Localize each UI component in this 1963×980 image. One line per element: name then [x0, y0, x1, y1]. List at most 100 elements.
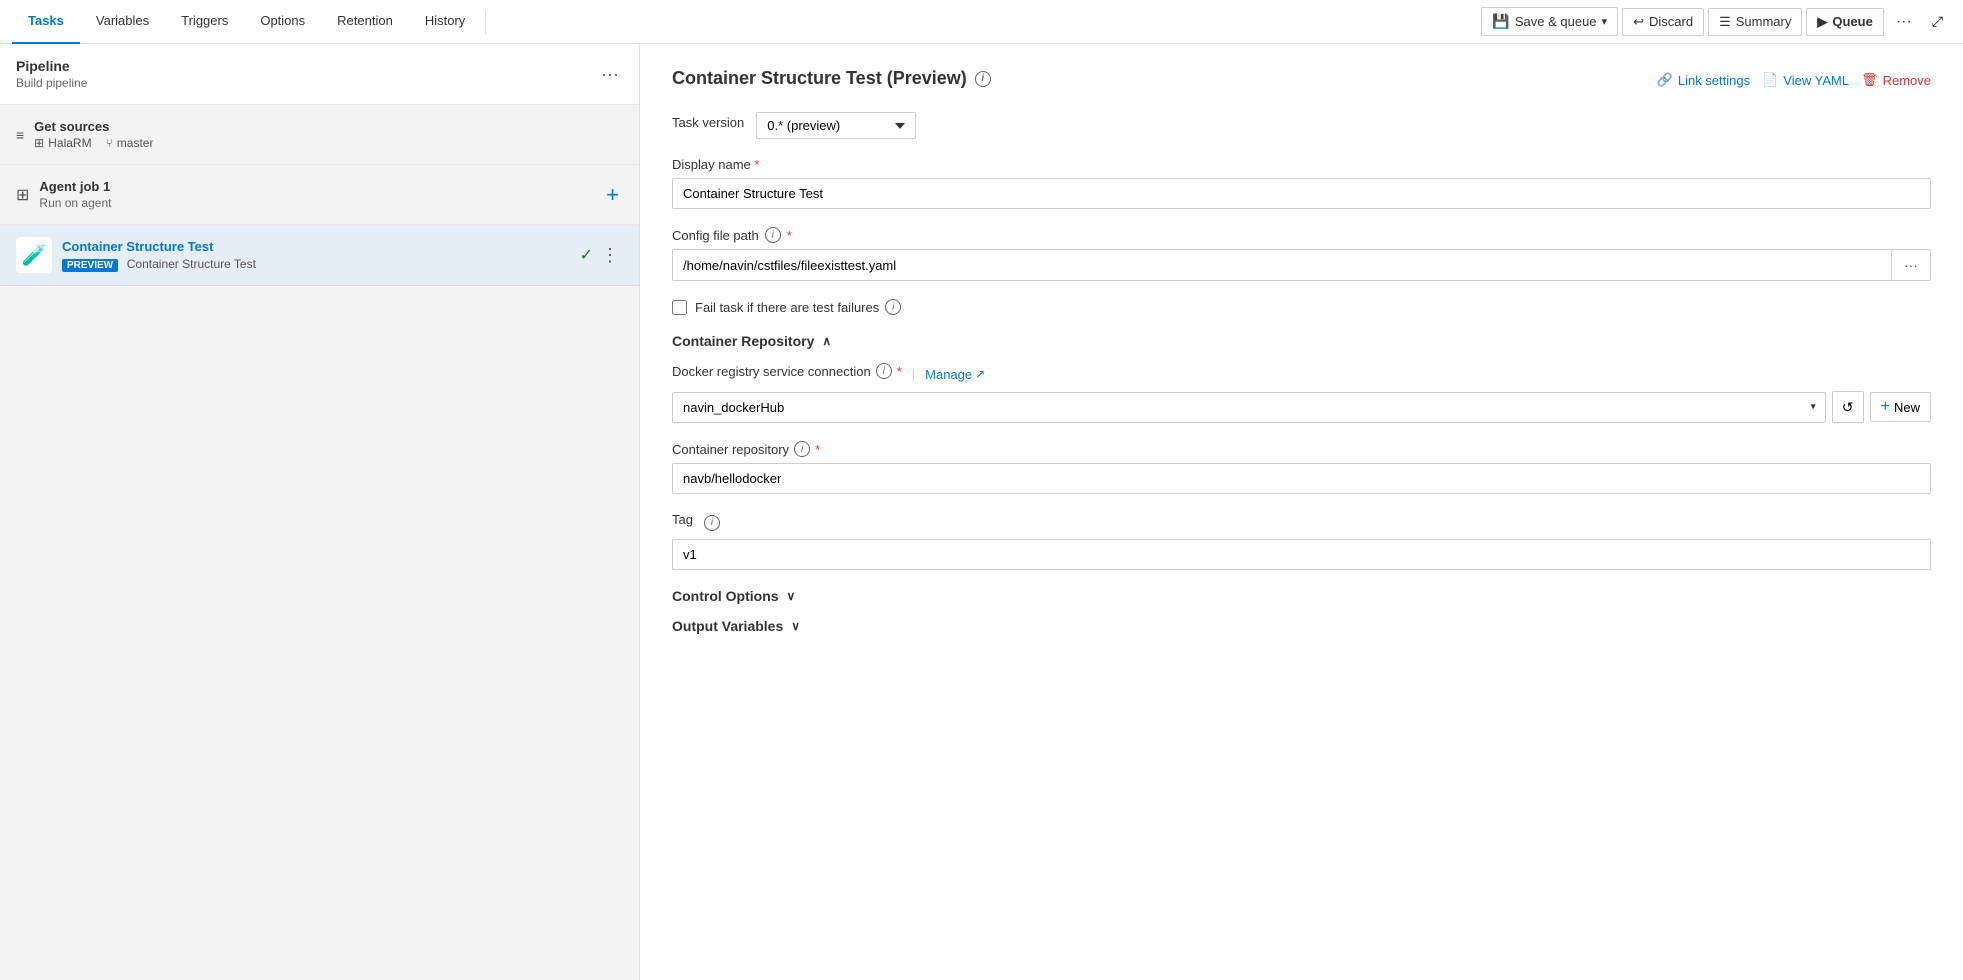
left-panel: Pipeline Build pipeline ··· ≡ Get source…	[0, 44, 640, 980]
config-path-info-icon[interactable]: i	[765, 227, 781, 243]
fail-task-info-icon[interactable]: i	[885, 299, 901, 315]
config-file-path-input[interactable]	[672, 249, 1892, 281]
refresh-icon: ↺	[1842, 399, 1854, 416]
pipeline-info: Pipeline Build pipeline	[16, 58, 87, 90]
discard-icon: ↩	[1633, 14, 1644, 30]
manage-external-icon: ↗	[975, 367, 985, 381]
pipeline-title: Pipeline	[16, 58, 87, 74]
container-repo-input[interactable]	[672, 463, 1931, 494]
config-path-input-container: ···	[672, 249, 1931, 281]
display-name-label: Display name	[672, 157, 1931, 172]
save-queue-button[interactable]: 💾 Save & queue ▾	[1481, 7, 1618, 36]
container-repository-section-header[interactable]: Container Repository ∧	[672, 333, 1931, 349]
container-repository-chevron: ∧	[822, 334, 831, 348]
control-options-section-header[interactable]: Control Options ∨	[672, 588, 1931, 604]
nav-tab-triggers[interactable]: Triggers	[165, 0, 244, 44]
yaml-icon: 📄	[1762, 72, 1778, 88]
output-variables-section-header[interactable]: Output Variables ∨	[672, 618, 1931, 634]
get-sources-branch: ⑂ master	[106, 136, 154, 150]
source-icon: ⊞	[34, 136, 44, 150]
task-more-button[interactable]: ⋮	[597, 245, 623, 266]
remove-icon: 🗑	[1861, 72, 1878, 88]
agent-job-icon: ⊞	[16, 185, 29, 205]
docker-registry-info-icon[interactable]: i	[876, 363, 892, 379]
registry-refresh-button[interactable]: ↺	[1832, 391, 1864, 423]
task-row[interactable]: 🧪 Container Structure Test PREVIEW Conta…	[0, 225, 639, 286]
pipeline-more-button[interactable]: ···	[597, 64, 623, 85]
new-plus-icon: +	[1881, 398, 1890, 416]
expand-button[interactable]: ⤢	[1924, 8, 1951, 35]
task-detail-header: Container Structure Test (Preview) i 🔗 L…	[672, 68, 1931, 92]
agent-job-sub: Run on agent	[39, 196, 111, 210]
pipeline-header: Pipeline Build pipeline ···	[0, 44, 639, 105]
tag-row: Tag i	[672, 512, 1931, 570]
task-badge: PREVIEW	[62, 259, 118, 272]
task-detail-title: Container Structure Test (Preview) i	[672, 68, 991, 89]
config-file-path-label: Config file path i	[672, 227, 1931, 243]
get-sources-align-icon: ≡	[16, 127, 24, 143]
save-queue-dropdown-icon: ▾	[1602, 15, 1608, 28]
control-options-title: Control Options	[672, 588, 779, 604]
task-version-select[interactable]: 0.* (preview)	[756, 112, 916, 139]
more-options-button[interactable]: ···	[1888, 8, 1920, 36]
expand-icon: ⤢	[1932, 13, 1943, 29]
task-version-label: Task version	[672, 115, 744, 130]
pipeline-subtitle: Build pipeline	[16, 76, 87, 90]
docker-registry-row: Docker registry service connection i | M…	[672, 363, 1931, 423]
task-detail-actions: 🔗 Link settings 📄 View YAML 🗑 Remove	[1657, 68, 1931, 92]
container-repo-row: Container repository i	[672, 441, 1931, 494]
get-sources-row: ≡ Get sources ⊞ HalaRM ⑂ master	[0, 105, 639, 165]
docker-registry-select[interactable]: navin_dockerHub	[672, 392, 1826, 423]
remove-button[interactable]: 🗑 Remove	[1861, 68, 1931, 92]
discard-button[interactable]: ↩ Discard	[1622, 8, 1704, 36]
summary-button[interactable]: ☰ Summary	[1708, 8, 1802, 36]
agent-job-row: ⊞ Agent job 1 Run on agent +	[0, 165, 639, 225]
tag-input[interactable]	[672, 539, 1931, 570]
task-sub-row: PREVIEW Container Structure Test	[62, 256, 570, 272]
container-repo-label: Container repository i	[672, 441, 1931, 457]
task-more-icon: ⋮	[601, 245, 619, 265]
nav-tab-tasks[interactable]: Tasks	[12, 0, 80, 44]
docker-registry-label-row: Docker registry service connection i | M…	[672, 363, 1931, 385]
fail-task-label: Fail task if there are test failures i	[695, 299, 901, 315]
task-version-row: Task version 0.* (preview)	[672, 112, 1931, 139]
nav-tab-history[interactable]: History	[409, 0, 481, 44]
task-sub: Container Structure Test	[127, 257, 256, 271]
task-name: Container Structure Test	[62, 239, 213, 254]
container-repo-info-icon[interactable]: i	[794, 441, 810, 457]
nav-tab-retention[interactable]: Retention	[321, 0, 409, 44]
registry-input-row: navin_dockerHub ▾ ↺ + New	[672, 391, 1931, 423]
view-yaml-button[interactable]: 📄 View YAML	[1762, 68, 1849, 92]
tag-info-icon[interactable]: i	[704, 515, 720, 531]
task-check-icon: ✓	[580, 245, 593, 265]
branch-icon: ⑂	[106, 136, 113, 150]
registry-select-container: navin_dockerHub ▾	[672, 392, 1826, 423]
top-nav: TasksVariablesTriggersOptionsRetentionHi…	[0, 0, 1963, 44]
task-title-info-icon[interactable]: i	[975, 71, 991, 87]
config-path-browse-button[interactable]: ···	[1892, 249, 1931, 281]
link-icon: 🔗	[1657, 72, 1673, 88]
display-name-input[interactable]	[672, 178, 1931, 209]
queue-button[interactable]: ▶ Queue	[1806, 8, 1883, 36]
more-icon: ···	[1896, 13, 1912, 31]
new-label: New	[1894, 400, 1920, 415]
docker-registry-label: Docker registry service connection i	[672, 363, 902, 379]
agent-job-info: Agent job 1 Run on agent	[39, 179, 111, 210]
discard-label: Discard	[1649, 14, 1693, 29]
nav-tab-options[interactable]: Options	[244, 0, 321, 44]
right-panel: Container Structure Test (Preview) i 🔗 L…	[640, 44, 1963, 980]
nav-divider	[485, 10, 486, 34]
get-sources-meta: ⊞ HalaRM ⑂ master	[34, 136, 153, 150]
link-settings-button[interactable]: 🔗 Link settings	[1657, 68, 1750, 92]
registry-new-button[interactable]: + New	[1870, 392, 1931, 422]
task-icon-container: 🧪	[16, 237, 52, 273]
nav-actions: 💾 Save & queue ▾ ↩ Discard ☰ Summary ▶ Q…	[1481, 7, 1951, 36]
config-file-path-row: Config file path i ···	[672, 227, 1931, 281]
save-queue-label: Save & queue	[1515, 14, 1597, 29]
pipe-separator: |	[912, 367, 915, 382]
fail-task-checkbox[interactable]	[672, 300, 687, 315]
manage-link[interactable]: Manage ↗	[925, 367, 985, 382]
get-sources-label: Get sources	[34, 119, 153, 134]
add-task-button[interactable]: +	[602, 182, 623, 208]
nav-tab-variables[interactable]: Variables	[80, 0, 165, 44]
